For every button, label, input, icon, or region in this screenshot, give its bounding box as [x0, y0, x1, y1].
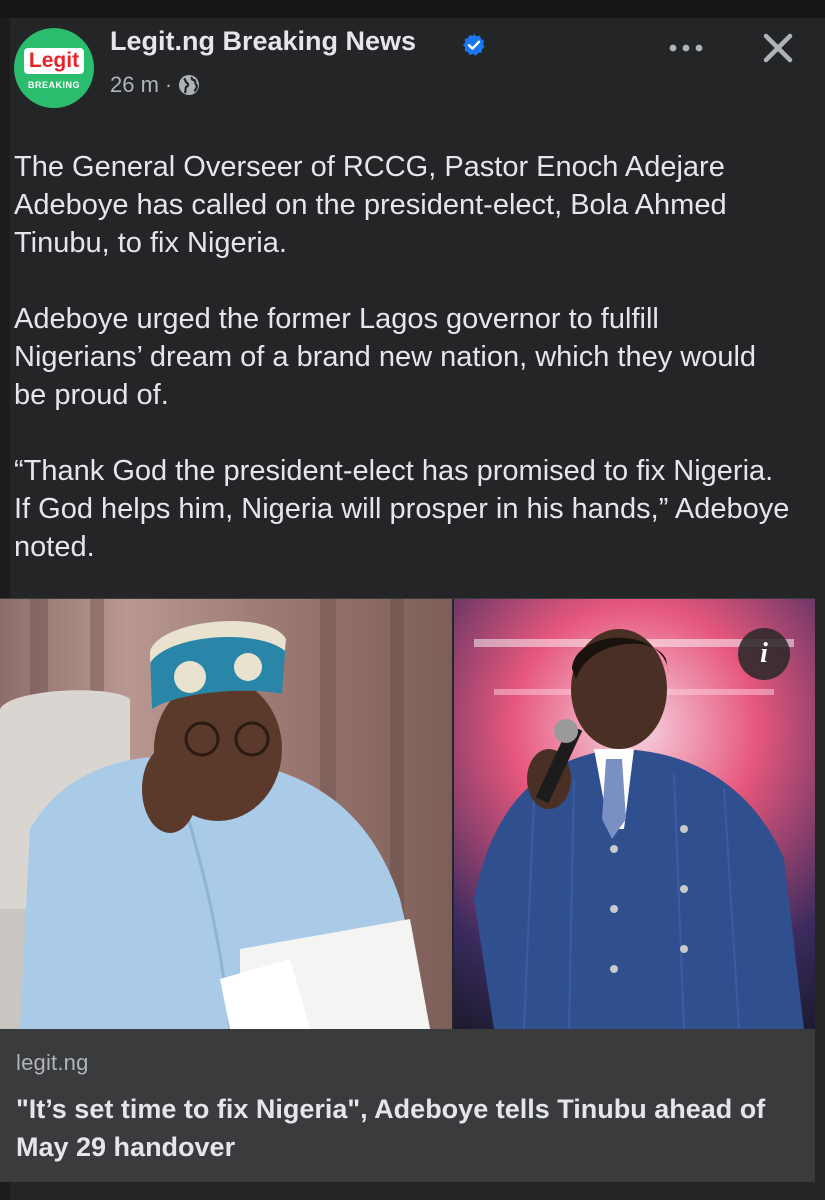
meta-separator: ·: [164, 72, 173, 97]
post-images[interactable]: [0, 598, 815, 1030]
post-paragraph: “Thank God the president-elect has promi…: [14, 455, 790, 563]
photo-tinubu[interactable]: [0, 599, 452, 1029]
post-timestamp[interactable]: 26 m: [110, 72, 159, 98]
close-icon[interactable]: [756, 26, 800, 70]
link-title[interactable]: "It’s set time to fix Nigeria", Adeboye …: [16, 1090, 806, 1166]
post-meta: 26 m ·: [110, 72, 200, 98]
top-edge: [0, 0, 825, 18]
post-paragraph: Adeboye urged the former Lagos governor …: [14, 303, 757, 411]
avatar-logo-text: Legit: [24, 48, 84, 74]
link-domain[interactable]: legit.ng: [16, 1050, 89, 1076]
verified-badge-icon: [462, 33, 486, 57]
page-avatar[interactable]: Legit BREAKING: [14, 28, 94, 108]
post-text: The General Overseer of RCCG, Pastor Eno…: [14, 148, 794, 604]
more-options-icon[interactable]: [664, 36, 708, 60]
post-paragraph: The General Overseer of RCCG, Pastor Eno…: [14, 151, 727, 259]
info-icon[interactable]: i: [738, 628, 790, 680]
globe-icon: [178, 74, 200, 96]
avatar-sub-text: BREAKING: [27, 80, 80, 90]
page-name-link[interactable]: Legit.ng Breaking News: [110, 26, 416, 57]
